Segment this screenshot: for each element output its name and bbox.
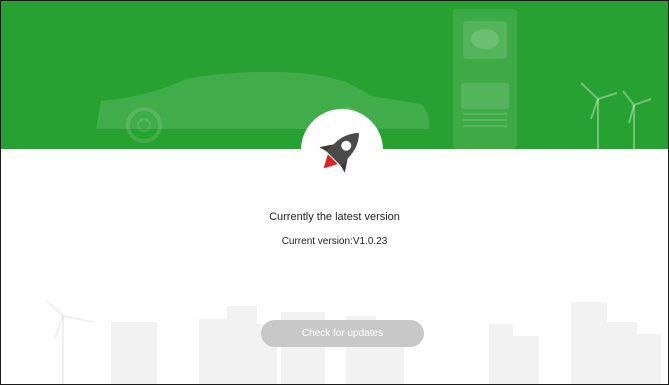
update-status-text: Currently the latest version [269,211,400,223]
app-window: Currently the latest version Current ver… [0,0,669,385]
check-for-updates-button[interactable]: Check for updates [261,320,424,347]
current-version-text: Current version:V1.0.23 [281,236,388,247]
rocket-icon [319,133,359,173]
rocket-badge [301,109,383,191]
